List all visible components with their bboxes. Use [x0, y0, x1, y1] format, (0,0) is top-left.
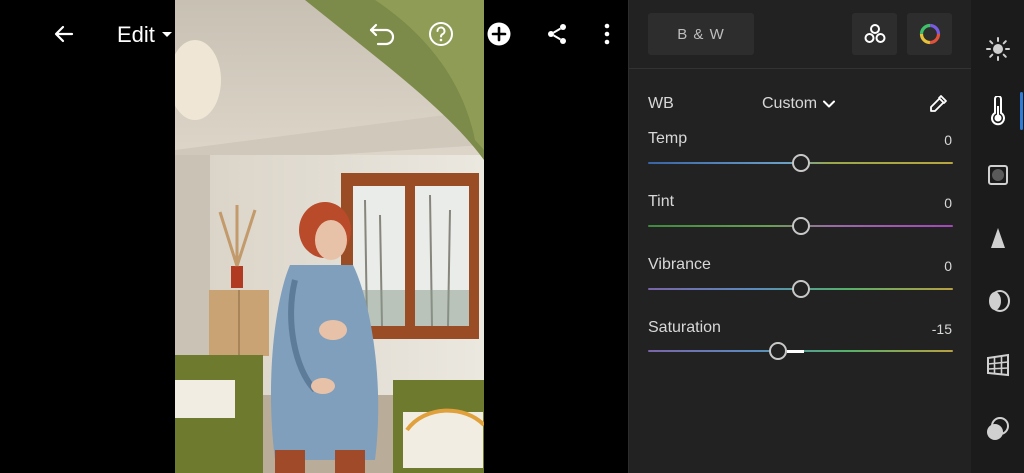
- edit-tools-toolbar: [971, 0, 1024, 473]
- back-button[interactable]: [46, 14, 82, 54]
- color-panel: B & W WB Custom Temp 0 Tint 0 Vibrance 0…: [628, 0, 972, 473]
- color-wheel-icon: [919, 23, 940, 45]
- color-mixer-button[interactable]: [852, 13, 897, 55]
- color-tool[interactable]: [971, 88, 1024, 134]
- light-icon: [985, 37, 1010, 61]
- tint-slider-thumb[interactable]: [791, 217, 810, 235]
- add-button[interactable]: [481, 14, 517, 54]
- color-mixer-icon: [864, 24, 885, 43]
- vibrance-slider-thumb[interactable]: [791, 280, 810, 298]
- white-balance-label: WB: [648, 95, 674, 112]
- saturation-slider-thumb[interactable]: [768, 342, 787, 360]
- share-button[interactable]: [539, 14, 575, 54]
- tint-label: Tint: [648, 193, 675, 210]
- optics-icon: [988, 290, 1010, 312]
- effects-icon: [987, 165, 1008, 185]
- white-balance-dropdown[interactable]: Custom: [762, 95, 836, 113]
- help-button[interactable]: [423, 14, 459, 54]
- more-options-button[interactable]: [589, 14, 625, 54]
- mode-label: Edit: [117, 22, 155, 47]
- photo-preview[interactable]: [175, 0, 484, 473]
- detail-icon: [990, 228, 1005, 248]
- undo-icon: [369, 23, 395, 46]
- temp-label: Temp: [648, 130, 688, 147]
- geometry-tool[interactable]: [971, 342, 1024, 388]
- detail-tool[interactable]: [971, 215, 1024, 261]
- share-icon: [548, 24, 566, 44]
- black-white-button[interactable]: B & W: [648, 13, 754, 55]
- geometry-icon: [986, 353, 1009, 377]
- temp-slider-thumb[interactable]: [791, 154, 810, 172]
- photo-canvas-area: Edit: [0, 0, 628, 473]
- more-vertical-icon: [604, 23, 610, 45]
- effects-tool[interactable]: [971, 152, 1024, 198]
- saturation-slider-fill: [786, 350, 804, 353]
- saturation-label: Saturation: [648, 319, 721, 336]
- presets-tool[interactable]: [971, 406, 1024, 452]
- arrow-left-icon: [54, 25, 74, 43]
- chevron-down-icon: [823, 100, 836, 108]
- vibrance-value[interactable]: 0: [944, 258, 952, 274]
- optics-tool[interactable]: [971, 278, 1024, 324]
- panel-divider: [629, 68, 972, 69]
- color-icon: [990, 96, 1005, 126]
- mode-dropdown[interactable]: Edit: [117, 20, 173, 50]
- plus-circle-icon: [487, 22, 511, 46]
- eyedropper-icon: [930, 95, 947, 112]
- temp-value[interactable]: 0: [944, 132, 952, 148]
- tint-value[interactable]: 0: [944, 195, 952, 211]
- color-grading-button[interactable]: [907, 13, 952, 55]
- help-icon: [429, 22, 453, 46]
- white-balance-value: Custom: [762, 95, 818, 112]
- presets-icon: [986, 417, 1009, 440]
- caret-down-icon: [161, 32, 172, 37]
- undo-button[interactable]: [365, 14, 401, 54]
- vibrance-label: Vibrance: [648, 256, 711, 273]
- eyedropper-button[interactable]: [925, 90, 951, 118]
- saturation-value[interactable]: -15: [932, 321, 952, 337]
- active-tool-indicator: [1020, 92, 1023, 130]
- lightroom-editor: Edit B & W WB Custom Temp 0 Tint 0 Vibra…: [0, 0, 1024, 473]
- light-tool[interactable]: [971, 26, 1024, 72]
